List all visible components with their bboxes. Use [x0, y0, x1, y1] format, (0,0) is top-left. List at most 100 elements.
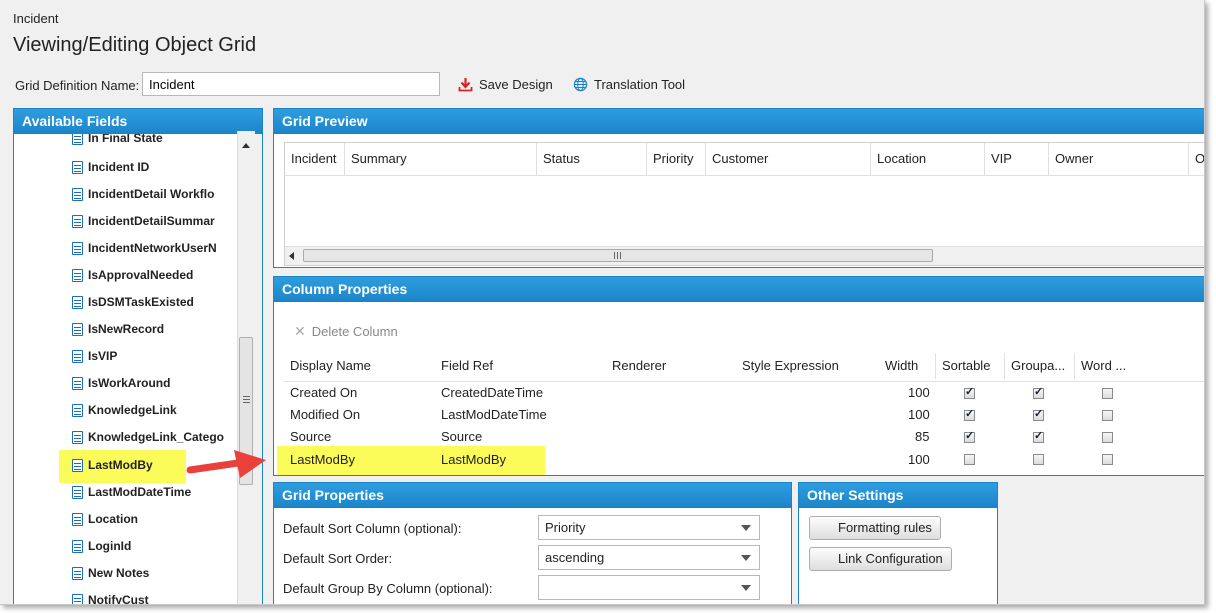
default-group-by-label: Default Group By Column (optional):	[283, 581, 493, 596]
col-renderer[interactable]: Renderer	[612, 358, 666, 373]
field-item[interactable]: IncidentNetworkUserN	[72, 241, 217, 255]
page-title: Viewing/Editing Object Grid	[13, 34, 257, 56]
document-icon	[72, 566, 83, 580]
link-configuration-button[interactable]: Link Configuration	[809, 547, 952, 571]
col-word-wrap[interactable]: Word ...	[1081, 358, 1126, 373]
document-icon	[72, 349, 83, 363]
groupable-checkbox[interactable]	[1033, 407, 1044, 421]
chevron-down-icon	[741, 585, 751, 591]
row-width[interactable]: 100	[908, 452, 930, 467]
word-wrap-checkbox[interactable]	[1102, 432, 1113, 443]
field-item[interactable]: New Notes	[72, 566, 149, 580]
col-divider	[1074, 353, 1075, 379]
field-item[interactable]: NotifyCust	[72, 593, 149, 604]
sortable-checkbox[interactable]	[964, 385, 975, 399]
save-design-button[interactable]: Save Design	[458, 77, 553, 92]
document-icon	[72, 295, 83, 309]
preview-col-summary[interactable]: Summary	[345, 143, 537, 175]
field-item[interactable]: Location	[72, 512, 138, 526]
preview-col-vip[interactable]: VIP	[985, 143, 1049, 175]
sortable-checkbox[interactable]	[964, 429, 975, 443]
sortable-checkbox[interactable]	[964, 407, 975, 421]
preview-header-row: Incident Summary Status Priority Custome…	[285, 143, 1204, 176]
preview-col-location[interactable]: Location	[871, 143, 985, 175]
row-display-name[interactable]: LastModBy	[290, 452, 355, 467]
row-display-name[interactable]: Modified On	[290, 407, 360, 422]
arrow-icon	[186, 450, 266, 478]
scroll-left-icon[interactable]	[289, 252, 294, 260]
field-item[interactable]: IsWorkAround	[72, 376, 170, 390]
translation-tool-button[interactable]: Translation Tool	[573, 77, 685, 92]
field-item[interactable]: Incident ID	[72, 160, 149, 174]
row-field-ref[interactable]: Source	[441, 429, 482, 444]
field-item[interactable]: LastModDateTime	[72, 485, 191, 499]
chevron-down-icon	[741, 525, 751, 531]
word-wrap-checkbox[interactable]	[1102, 388, 1113, 399]
col-groupable[interactable]: Groupa...	[1011, 358, 1065, 373]
document-icon	[72, 403, 83, 417]
row-field-ref[interactable]: CreatedDateTime	[441, 385, 543, 400]
preview-col-more[interactable]: O	[1189, 143, 1204, 175]
preview-hscrollbar[interactable]	[285, 246, 1204, 265]
document-icon	[72, 593, 83, 604]
row-display-name[interactable]: Source	[290, 429, 331, 444]
column-properties-panel: Column Properties ✕ Delete Column Displa…	[273, 276, 1204, 476]
delete-column-button[interactable]: ✕ Delete Column	[294, 323, 398, 340]
field-item[interactable]: IsVIP	[72, 349, 117, 363]
default-sort-column-label: Default Sort Column (optional):	[283, 521, 462, 536]
sortable-checkbox[interactable]	[964, 454, 975, 465]
grid-preview-panel: Grid Preview Incident Summary Status Pri…	[273, 108, 1204, 268]
field-item[interactable]: In Final State	[72, 134, 163, 145]
field-item-lastmodby[interactable]: LastModBy	[72, 458, 153, 472]
col-divider	[935, 353, 936, 379]
hscroll-thumb[interactable]	[303, 249, 933, 262]
row-field-ref[interactable]: LastModBy	[441, 452, 506, 467]
word-wrap-checkbox[interactable]	[1102, 410, 1113, 421]
preview-col-customer[interactable]: Customer	[706, 143, 871, 175]
col-style-expression[interactable]: Style Expression	[742, 358, 839, 373]
grid-definition-input[interactable]	[142, 72, 440, 96]
field-item[interactable]: KnowledgeLink_Catego	[72, 430, 224, 444]
col-sortable[interactable]: Sortable	[942, 358, 990, 373]
col-width[interactable]: Width	[885, 358, 918, 373]
field-item[interactable]: KnowledgeLink	[72, 403, 177, 417]
row-display-name[interactable]: Created On	[290, 385, 357, 400]
row-width[interactable]: 85	[915, 429, 929, 444]
preview-col-incident[interactable]: Incident	[285, 143, 345, 175]
field-item[interactable]: IncidentDetail Workflo	[72, 187, 214, 201]
default-group-by-select[interactable]	[538, 575, 760, 600]
field-item[interactable]: IsApprovalNeeded	[72, 268, 193, 282]
preview-col-priority[interactable]: Priority	[647, 143, 706, 175]
globe-icon	[573, 77, 588, 92]
formatting-rules-button[interactable]: Formatting rules	[809, 516, 941, 540]
field-item[interactable]: IncidentDetailSummar	[72, 214, 215, 228]
field-item[interactable]: LoginId	[72, 539, 131, 553]
scroll-up-icon[interactable]	[242, 143, 250, 148]
preview-grid: Incident Summary Status Priority Custome…	[284, 142, 1204, 266]
col-field-ref[interactable]: Field Ref	[441, 358, 493, 373]
row-field-ref[interactable]: LastModDateTime	[441, 407, 547, 422]
document-icon	[72, 160, 83, 174]
field-item[interactable]: IsNewRecord	[72, 322, 164, 336]
word-wrap-checkbox[interactable]	[1102, 454, 1113, 465]
col-display-name[interactable]: Display Name	[290, 358, 371, 373]
grid-properties-panel: Grid Properties Default Sort Column (opt…	[273, 482, 792, 604]
default-sort-order-select[interactable]: ascending	[538, 545, 760, 570]
groupable-checkbox[interactable]	[1033, 454, 1044, 465]
document-icon	[72, 268, 83, 282]
fields-scrollbar[interactable]	[237, 131, 255, 604]
field-item[interactable]: IsDSMTaskExisted	[72, 295, 194, 309]
translation-tool-label: Translation Tool	[594, 77, 686, 92]
default-sort-column-select[interactable]: Priority	[538, 515, 760, 540]
groupable-checkbox[interactable]	[1033, 429, 1044, 443]
save-design-label: Save Design	[479, 77, 553, 92]
col-divider	[1004, 353, 1005, 379]
preview-col-owner[interactable]: Owner	[1049, 143, 1189, 175]
available-fields-list: In Final State Incident ID IncidentDetai…	[14, 134, 237, 604]
column-properties-title: Column Properties	[274, 277, 1204, 302]
preview-col-status[interactable]: Status	[537, 143, 647, 175]
row-width[interactable]: 100	[908, 385, 930, 400]
document-icon	[72, 322, 83, 336]
row-width[interactable]: 100	[908, 407, 930, 422]
groupable-checkbox[interactable]	[1033, 385, 1044, 399]
